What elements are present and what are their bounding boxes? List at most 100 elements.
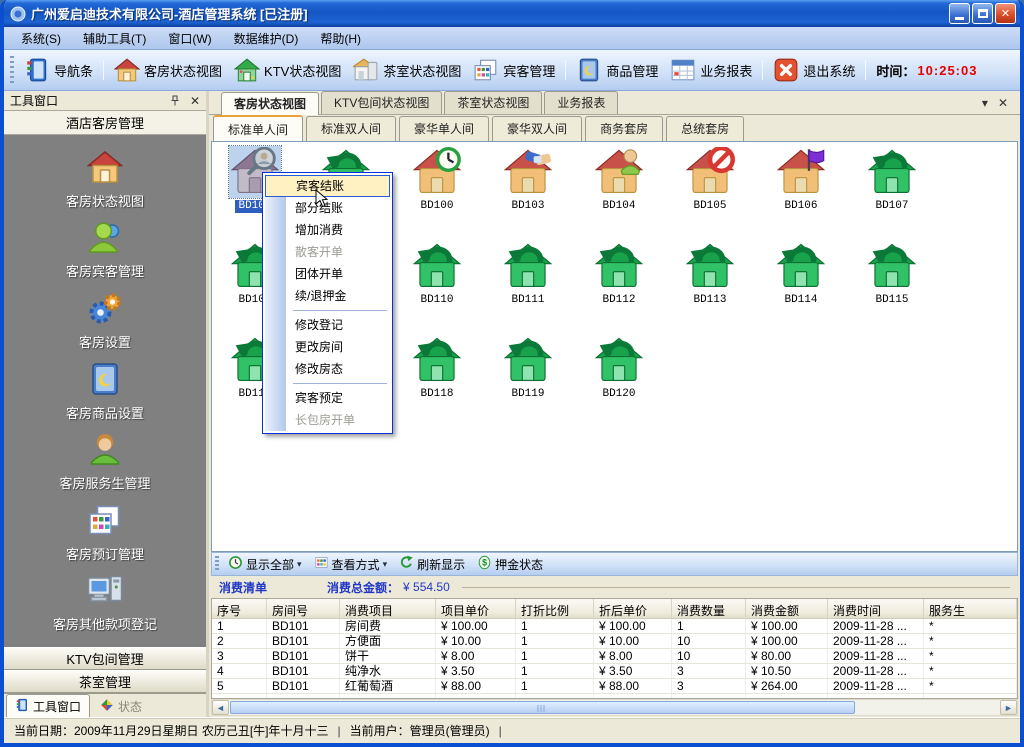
- toolbar-button-exit-system[interactable]: 退出系统: [767, 55, 861, 85]
- consumption-cell: ¥ 10.00: [594, 634, 672, 648]
- context-menu-item-guest-reservation[interactable]: 宾客预定: [265, 387, 390, 409]
- column-header-1[interactable]: 房间号: [267, 599, 340, 618]
- scrollbar-thumb[interactable]: [230, 701, 855, 714]
- toolbar-button-business-reports[interactable]: 业务报表: [664, 55, 758, 85]
- tab-close-icon[interactable]: ✕: [998, 96, 1008, 110]
- orange-person-icon: [87, 431, 123, 470]
- room-type-tab-deluxe-single[interactable]: 豪华单人间: [399, 116, 489, 141]
- consumption-row[interactable]: 3BD101饼干¥ 8.001¥ 8.0010¥ 80.002009-11-28…: [212, 649, 1017, 664]
- dropdown-arrow-icon[interactable]: ▾: [297, 559, 302, 570]
- sidebar-item-label: 客房宾客管理: [66, 261, 144, 280]
- room-bd120[interactable]: BD120: [577, 334, 661, 401]
- room-bd114[interactable]: BD114: [759, 240, 843, 307]
- tab-teahouse-status-view[interactable]: 茶室状态视图: [444, 91, 542, 114]
- sidebar-item-room-booking-management[interactable]: 客房预订管理: [66, 502, 144, 563]
- room-type-tab-presidential-suite[interactable]: 总统套房: [666, 116, 744, 141]
- room-bd111[interactable]: BD111: [486, 240, 570, 307]
- room-toolbar-button-refresh-display[interactable]: 刷新显示: [393, 554, 471, 574]
- room-bd110[interactable]: BD110: [395, 240, 479, 307]
- consumption-cell: 纯净水: [340, 664, 436, 678]
- consumption-row[interactable]: 1BD101房间费¥ 100.001¥ 100.001¥ 100.002009-…: [212, 619, 1017, 634]
- room-bd118[interactable]: BD118: [395, 334, 479, 401]
- sidebar-item-room-waiter-management[interactable]: 客房服务生管理: [59, 431, 150, 492]
- room-toolbar-button-show-all[interactable]: 显示全部▾: [222, 554, 308, 574]
- scrollbar-track[interactable]: [229, 700, 1000, 715]
- consumption-row[interactable]: 4BD101纯净水¥ 3.501¥ 3.503¥ 10.502009-11-28…: [212, 664, 1017, 679]
- toolbar-button-navigator[interactable]: 导航条: [18, 55, 99, 85]
- tab-room-status-view[interactable]: 客房状态视图: [221, 92, 319, 115]
- scroll-left-arrow[interactable]: ◄: [212, 700, 229, 715]
- room-toolbar-button-view-mode[interactable]: 查看方式▾: [308, 554, 394, 574]
- sidebar-tab-tool-window[interactable]: 工具窗口: [6, 694, 90, 717]
- toolbar-button-guest-management[interactable]: 宾客管理: [467, 55, 561, 85]
- consumption-row[interactable]: 2BD101方便面¥ 10.001¥ 10.0010¥ 100.002009-1…: [212, 634, 1017, 649]
- close-icon[interactable]: ✕: [188, 94, 202, 108]
- room-bd104[interactable]: BD104: [577, 146, 661, 213]
- time-value: 10:25:03: [917, 63, 977, 78]
- menu-item-data-maintenance[interactable]: 数据维护(D): [223, 27, 310, 50]
- scroll-right-arrow[interactable]: ►: [1000, 700, 1017, 715]
- toolbar-button-goods-management[interactable]: 商品管理: [570, 55, 664, 85]
- toolbar-grip[interactable]: [215, 556, 219, 572]
- menu-item-system[interactable]: 系统(S): [10, 27, 72, 50]
- toolbar-grip[interactable]: [10, 56, 14, 84]
- horizontal-scrollbar[interactable]: ◄ ►: [211, 699, 1018, 716]
- tab-list-dropdown-icon[interactable]: ▾: [982, 96, 988, 110]
- toolbar-button-ktv-status-view[interactable]: KTV状态视图: [228, 55, 347, 85]
- context-menu-item-group-order[interactable]: 团体开单: [265, 263, 390, 285]
- menu-item-aux-tools[interactable]: 辅助工具(T): [72, 27, 157, 50]
- column-header-8[interactable]: 消费时间: [828, 599, 924, 618]
- consumption-cell: 2009-11-28 ...: [828, 634, 924, 648]
- column-header-0[interactable]: 序号: [212, 599, 267, 618]
- sidebar-item-room-guest-management[interactable]: 客房宾客管理: [66, 219, 144, 280]
- column-header-9[interactable]: 服务生: [924, 599, 1017, 618]
- column-header-4[interactable]: 打折比例: [516, 599, 594, 618]
- context-menu-item-modify-registration[interactable]: 修改登记: [265, 314, 390, 336]
- pin-icon[interactable]: [167, 95, 183, 107]
- room-bd106[interactable]: BD106: [759, 146, 843, 213]
- minimize-button[interactable]: [949, 3, 970, 24]
- column-header-7[interactable]: 消费金额: [746, 599, 828, 618]
- column-header-3[interactable]: 项目单价: [436, 599, 516, 618]
- context-menu-item-change-room[interactable]: 更改房间: [265, 336, 390, 358]
- sidebar-item-room-other-payments[interactable]: 客房其他款项登记: [53, 572, 157, 633]
- room-type-tab-business-suite[interactable]: 商务套房: [585, 116, 663, 141]
- context-menu-item-renew-refund-deposit[interactable]: 续/退押金: [265, 285, 390, 307]
- close-button[interactable]: ✕: [995, 3, 1016, 24]
- consumption-row[interactable]: 5BD101红葡萄酒¥ 88.001¥ 88.003¥ 264.002009-1…: [212, 679, 1017, 694]
- sidebar-group-ktv-room-management[interactable]: KTV包间管理: [4, 647, 206, 670]
- navigator-book-icon: [15, 698, 29, 715]
- context-menu-item-modify-room-status[interactable]: 修改房态: [265, 358, 390, 380]
- room-bd113[interactable]: BD113: [668, 240, 752, 307]
- dropdown-arrow-icon[interactable]: ▾: [383, 559, 388, 570]
- consumption-cell: BD101: [267, 634, 340, 648]
- room-bd112[interactable]: BD112: [577, 240, 661, 307]
- consumption-cell: 方便面: [340, 634, 436, 648]
- menu-item-window[interactable]: 窗口(W): [157, 27, 222, 50]
- sidebar-item-room-goods-settings[interactable]: 客房商品设置: [66, 361, 144, 422]
- column-header-5[interactable]: 折后单价: [594, 599, 672, 618]
- tab-ktv-room-status-view[interactable]: KTV包间状态视图: [321, 91, 442, 114]
- sidebar-group-teahouse-management[interactable]: 茶室管理: [4, 670, 206, 693]
- room-bd115[interactable]: BD115: [850, 240, 934, 307]
- room-bd119[interactable]: BD119: [486, 334, 570, 401]
- room-bd107[interactable]: BD107: [850, 146, 934, 213]
- room-type-tab-deluxe-double[interactable]: 豪华双人间: [492, 116, 582, 141]
- toolbar-button-room-status-view[interactable]: 客房状态视图: [108, 55, 228, 85]
- room-bd100[interactable]: BD100: [395, 146, 479, 213]
- room-bd105[interactable]: BD105: [668, 146, 752, 213]
- room-type-tab-standard-single[interactable]: 标准单人间: [213, 115, 303, 142]
- room-bd103[interactable]: BD103: [486, 146, 570, 213]
- column-header-2[interactable]: 消费项目: [340, 599, 436, 618]
- context-menu-item-add-consumption[interactable]: 增加消费: [265, 219, 390, 241]
- room-type-tab-standard-double[interactable]: 标准双人间: [306, 116, 396, 141]
- sidebar-tab-status[interactable]: 状态: [92, 695, 150, 717]
- toolbar-button-teahouse-status-view[interactable]: 茶室状态视图: [347, 55, 467, 85]
- menu-item-help[interactable]: 帮助(H): [309, 27, 372, 50]
- sidebar-item-room-status-view[interactable]: 客房状态视图: [66, 149, 144, 210]
- tab-business-reports[interactable]: 业务报表: [544, 91, 618, 114]
- room-toolbar-button-deposit-status[interactable]: $押金状态: [471, 554, 549, 574]
- maximize-button[interactable]: [972, 3, 993, 24]
- sidebar-item-room-settings[interactable]: 客房设置: [79, 290, 131, 351]
- column-header-6[interactable]: 消费数量: [672, 599, 746, 618]
